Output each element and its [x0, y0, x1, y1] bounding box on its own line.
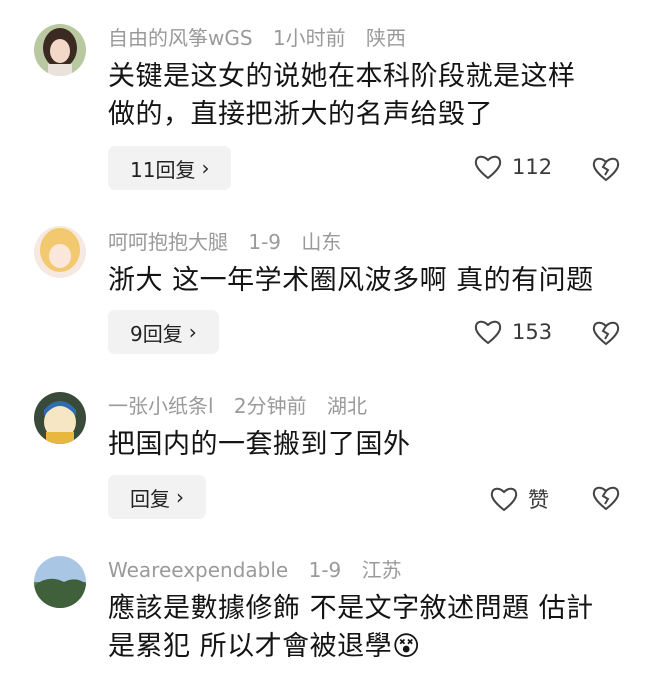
comment-meta: 呵呵抱抱大腿 1-9 山东	[108, 228, 355, 256]
like-button[interactable]: 153	[474, 319, 552, 345]
reply-label: 11回复	[130, 157, 196, 182]
comment-text: 浙大 这一年学术圈风波多啊 真的有问题	[108, 262, 648, 300]
heart-outline-icon	[474, 320, 502, 345]
broken-heart-icon[interactable]	[592, 155, 620, 183]
comment-meta: Weareexpendable 1-9 江苏	[108, 556, 416, 584]
comment-text: 把国内的一套搬到了国外	[108, 426, 628, 464]
avatar[interactable]	[34, 392, 86, 444]
comment-text-line: 是累犯 所以才會被退學😵	[108, 628, 628, 666]
location: 陕西	[366, 26, 407, 50]
broken-heart-icon[interactable]	[592, 484, 620, 512]
comment-text: 應該是數據修飾 不是文字敘述問題 估計 是累犯 所以才會被退學😵	[108, 590, 628, 666]
username[interactable]: 呵呵抱抱大腿	[108, 230, 228, 254]
comment-meta: 一张小纸条l 2分钟前 湖北	[108, 392, 381, 420]
username[interactable]: 一张小纸条l	[108, 394, 214, 418]
chevron-right-icon: ›	[176, 485, 184, 509]
reply-label: 9回复	[130, 321, 183, 346]
username[interactable]: 自由的风筝wGS	[108, 26, 253, 50]
reply-button[interactable]: 9回复 ›	[108, 310, 219, 354]
comment-text-line: 浙大 这一年学术圈风波多啊 真的有问题	[108, 265, 594, 296]
timestamp: 1小时前	[272, 26, 346, 50]
timestamp: 2分钟前	[233, 394, 307, 418]
chevron-right-icon: ›	[201, 156, 210, 180]
reply-button[interactable]: 11回复 ›	[108, 146, 232, 190]
reply-button[interactable]: 回复 ›	[108, 475, 206, 519]
timestamp: 1-9	[308, 558, 342, 582]
location: 山东	[301, 230, 342, 254]
like-button[interactable]: 赞	[490, 484, 549, 514]
comment-text: 关键是这女的说她在本科阶段就是这样 做的，直接把浙大的名声给毁了	[108, 58, 628, 134]
username[interactable]: Weareexpendable	[108, 558, 288, 582]
location: 湖北	[327, 394, 368, 418]
reply-label: 回复	[130, 486, 170, 511]
avatar[interactable]	[34, 226, 86, 278]
avatar[interactable]	[34, 24, 86, 76]
heart-outline-icon	[474, 155, 502, 180]
comment-meta: 自由的风筝wGS 1小时前 陕西	[108, 24, 420, 52]
avatar[interactable]	[34, 556, 86, 608]
comment-text-line: 关键是这女的说她在本科阶段就是这样	[108, 61, 576, 92]
comment-text-line: 應該是數據修飾 不是文字敘述問題 估計	[108, 593, 594, 624]
comment-text-fragment: 是累犯 所以才會被退學	[108, 631, 393, 662]
chevron-right-icon: ›	[188, 320, 197, 344]
dizzy-face-emoji-icon: 😵	[392, 631, 421, 662]
comment-text-line: 做的，直接把浙大的名声给毁了	[108, 99, 493, 130]
location: 江苏	[361, 558, 402, 582]
broken-heart-icon[interactable]	[592, 319, 620, 347]
like-count: 153	[512, 320, 553, 344]
heart-outline-icon	[490, 487, 518, 512]
timestamp: 1-9	[248, 230, 282, 254]
like-count: 112	[512, 155, 553, 179]
like-button[interactable]: 112	[474, 154, 552, 180]
like-count: 赞	[528, 488, 549, 512]
comment-text-line: 把国内的一套搬到了国外	[108, 429, 411, 460]
